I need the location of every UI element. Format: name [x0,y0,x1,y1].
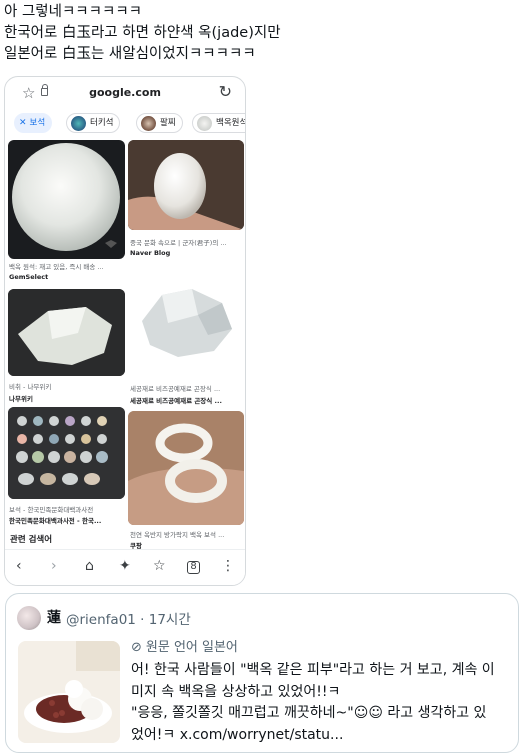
related-searches-heading: 관련 검색어 [10,535,53,545]
quoted-text-line: 미지 속 백옥을 상상하고 있었어!!ㅋ [131,683,341,700]
jade-ring-image [128,411,244,525]
jade-shard-image [8,289,125,376]
menu-icon[interactable]: ⋮ [221,558,235,574]
result-image [8,140,125,259]
translate-icon: ⊘ [131,640,142,655]
back-icon[interactable]: ‹ [16,558,22,574]
jade-oval-image [12,143,120,251]
quoted-media-thumbnail[interactable] [18,641,120,743]
result-image [128,263,244,379]
avatar[interactable] [17,606,41,630]
quoted-tweet[interactable]: 蓮 @rienfa01 · 17시간 ⊘ 원문 언어 일본어 어! 한국 사람들이… [5,593,519,753]
translation-label[interactable]: ⊘ 원문 언어 일본어 [131,636,238,655]
result-source: 세공재료 비즈공예재료 곤장식 ... [130,397,222,405]
result-source: 한국민족문화대백과사전 - 한국... [9,517,102,525]
chip: 터키석 [66,113,121,133]
result-source: Naver Blog [130,249,171,257]
chip-label: 백옥원석 [216,118,245,128]
result-image [8,289,125,376]
quoted-text-line: "응응, 쫄깃쫄깃 매끄럽고 깨끗하네~"☺☺ 라고 생각하고 있 [131,705,487,721]
filter-chips: ✕ 보석 터키석 팔찌 백옥원석 [5,111,245,135]
result-source: GemSelect [9,273,49,281]
result-image [128,411,244,525]
chip: 팔찌 [136,113,183,133]
result-image [8,407,125,499]
browser-toolbar: ‹ › ⌂ ✦ ☆ 8 ⋮ [5,549,245,585]
tweet-line: 아 그렇네ㅋㅋㅋㅋㅋㅋ [4,4,143,20]
result-caption: 중국 문화 속으로 | 군자(君子)의 ... [130,239,227,247]
tweet-line: 한국어로 白玉라고 하면 하얀색 옥(jade)지만 [4,25,281,41]
result-caption: 천연 옥반지 방가락지 백옥 보석 ... [130,531,225,539]
result-caption: 세공재료 비즈공예재료 곤장식 ... [130,385,221,393]
quoted-author-name[interactable]: 蓮 [47,607,61,627]
tweet-line: 일본어로 白玉는 새알심이었지ㅋㅋㅋㅋㅋ [4,46,256,62]
chip-thumbnail [197,115,212,131]
tweet-text: 아 그렇네ㅋㅋㅋㅋㅋㅋ 한국어로 白玉라고 하면 하얀색 옥(jade)지만 일… [4,2,519,65]
close-icon: ✕ [19,118,27,128]
home-icon[interactable]: ⌂ [85,558,94,574]
quoted-tweet-text: 어! 한국 사람들이 "백옥 같은 피부"라고 하는 거 보고, 계속 이 미지… [131,660,511,746]
translation-label-text: 원문 언어 일본어 [145,640,238,655]
chip-label: 팔찌 [160,118,176,128]
chip-label: 터키석 [90,118,114,128]
chip: 백옥원석 [192,113,245,133]
gemstones-image [8,407,125,499]
sparkle-icon[interactable]: ✦ [119,558,131,574]
chip-selected: ✕ 보석 [14,113,53,133]
quoted-text-line: 었어!ㅋ x.com/worrynet/statu... [131,726,344,743]
tabs-icon[interactable]: 8 [187,561,200,574]
chip-thumbnail [71,115,86,131]
result-caption: 보석 - 한국민족문화대백과사전 [9,506,94,514]
rough-jade-image [142,289,232,357]
attached-screenshot[interactable]: ☆ google.com ↻ ✕ 보석 터키석 팔찌 백옥원석 백옥 원석: 재… [4,76,246,586]
url-text: google.com [89,86,161,99]
white-jade-hand-image [128,140,244,230]
result-caption: 백옥 원석: 재고 있음, 즉시 배송 ... [9,263,104,271]
shiratama-dessert-image [18,641,120,743]
chip-thumbnail [141,115,156,131]
result-caption: 비취 - 나무위키 [9,383,52,391]
result-image [128,140,244,230]
bookmark-icon[interactable]: ☆ [153,558,166,574]
reload-icon: ↻ [218,82,232,101]
result-source: 나무위키 [9,395,33,403]
address-bar: ☆ google.com ↻ [5,77,245,111]
chip-label: 보석 [29,118,46,128]
quoted-author-handle[interactable]: @rienfa01 · 17시간 [66,608,191,628]
forward-icon[interactable]: › [51,558,57,574]
quoted-text-line: 어! 한국 사람들이 "백옥 같은 피부"라고 하는 거 보고, 계속 이 [131,662,495,678]
